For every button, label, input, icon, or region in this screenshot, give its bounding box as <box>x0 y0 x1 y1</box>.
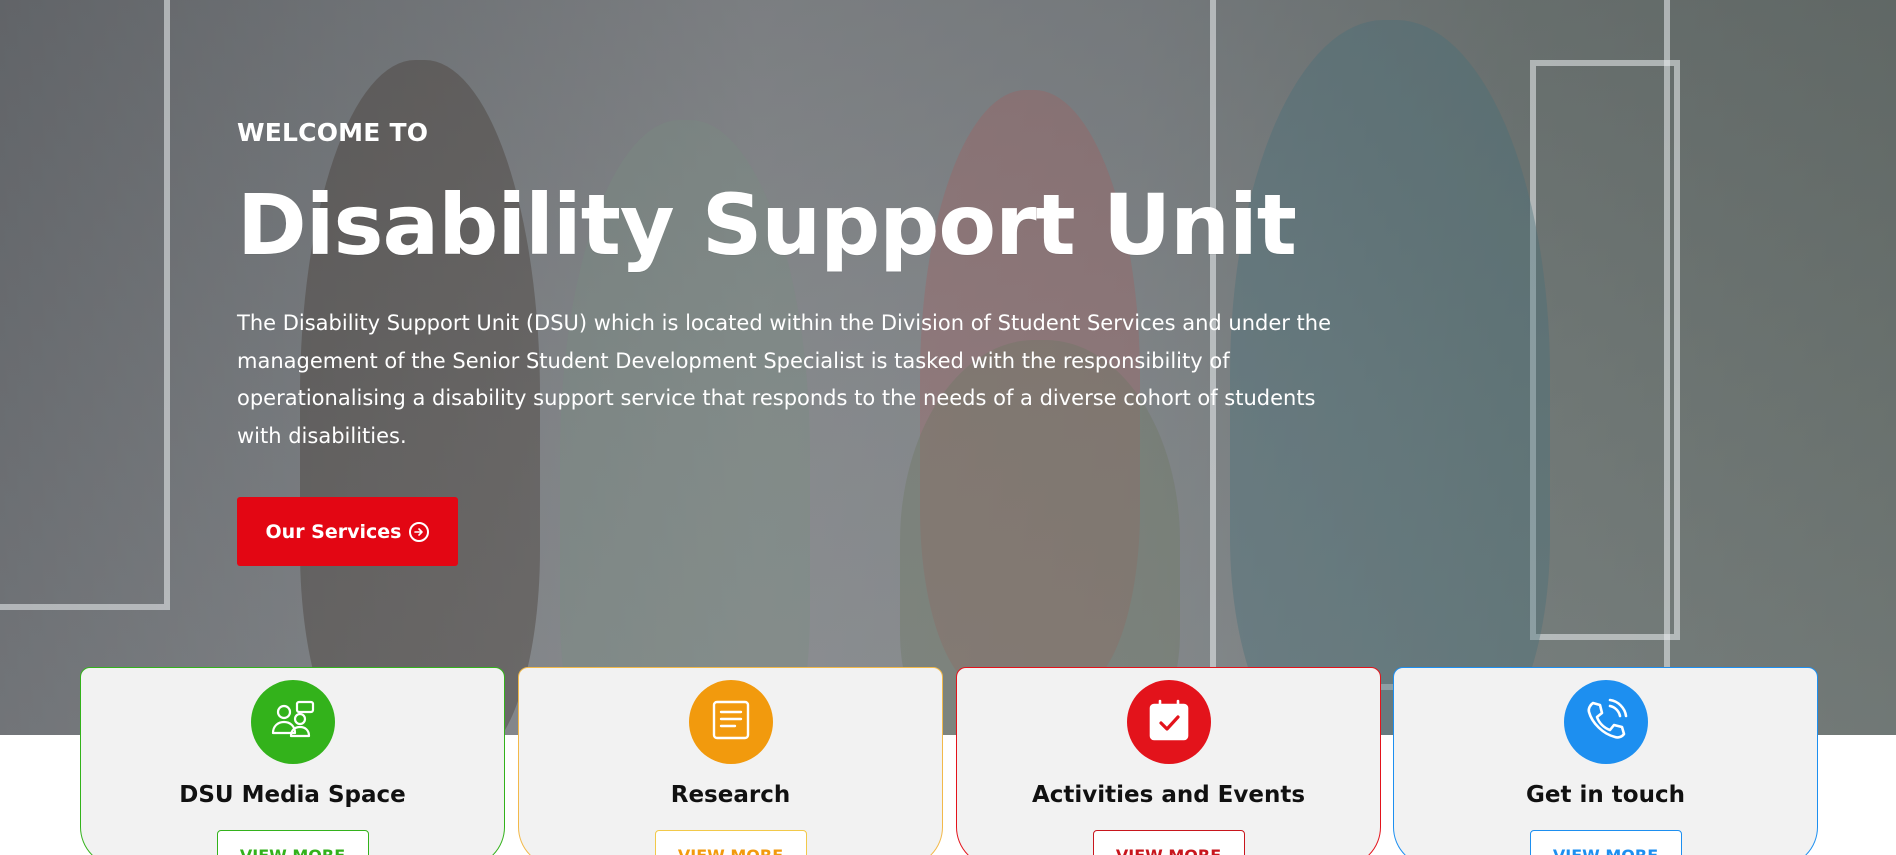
welcome-label: WELCOME TO <box>237 118 429 147</box>
our-services-button[interactable]: Our Services <box>237 497 458 566</box>
card-dsu-media-space[interactable]: DSU Media Space VIEW MORE <box>80 667 505 855</box>
card-title: Activities and Events <box>1031 782 1306 808</box>
hero-content: WELCOME TO Disability Support Unit The D… <box>237 118 1357 566</box>
card-title: DSU Media Space <box>179 782 406 808</box>
card-research[interactable]: Research VIEW MORE <box>518 667 943 855</box>
view-more-button[interactable]: VIEW MORE <box>654 830 807 855</box>
card-get-in-touch[interactable]: Get in touch VIEW MORE <box>1393 667 1818 855</box>
hero-section: WELCOME TO Disability Support Unit The D… <box>0 0 1896 735</box>
card-title: Research <box>670 782 791 808</box>
card-icon-circle <box>1563 680 1648 764</box>
phone-call-icon <box>1584 698 1628 746</box>
window-frame-left <box>0 0 170 610</box>
card-icon-circle <box>250 680 335 764</box>
card-activities-and-events[interactable]: Activities and Events VIEW MORE <box>956 667 1381 855</box>
card-title: Get in touch <box>1526 782 1685 808</box>
view-more-button[interactable]: VIEW MORE <box>216 830 369 855</box>
card-icon-circle <box>1126 680 1211 764</box>
page-title: Disability Support Unit <box>237 176 1297 274</box>
hero-description: The Disability Support Unit (DSU) which … <box>237 311 1332 448</box>
arrow-circle-right-icon <box>409 521 430 542</box>
people-chat-icon <box>269 700 317 744</box>
view-more-button[interactable]: VIEW MORE <box>1529 830 1682 855</box>
card-icon-circle <box>688 680 773 764</box>
calendar-check-icon <box>1148 698 1190 746</box>
view-more-button[interactable]: VIEW MORE <box>1092 830 1245 855</box>
document-list-icon <box>711 699 751 745</box>
our-services-label: Our Services <box>265 520 402 543</box>
quick-links: DSU Media Space VIEW MORE Research VIEW … <box>80 667 1818 855</box>
window-frame-right-2 <box>1530 60 1680 640</box>
